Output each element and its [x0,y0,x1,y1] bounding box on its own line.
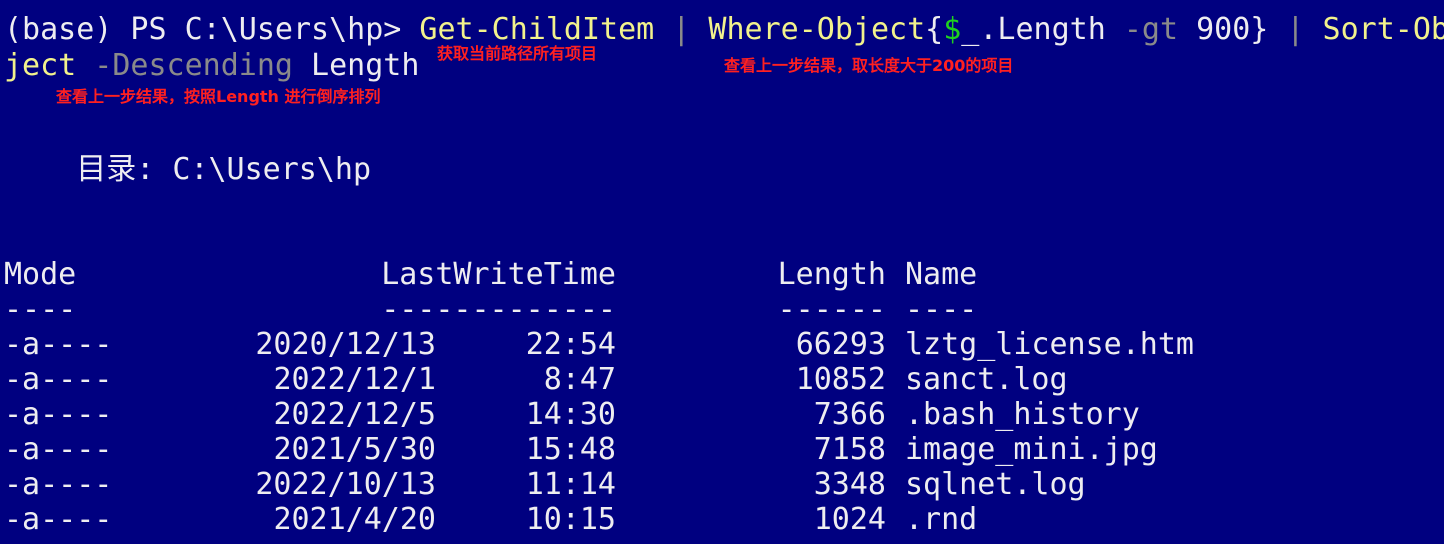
cmd-space [1178,12,1196,47]
cmd-sort-object-part1: Sort-Ob [1322,12,1444,47]
prompt: (base) PS C:\Users\hp> [4,12,420,47]
cmd-get-childitem: Get-ChildItem [419,12,655,47]
row-5-name: .rnd [905,502,978,537]
cmd-var-dollar: $ [943,12,962,47]
row-0-date: 2020/12/13 [255,327,436,362]
row-5-date: 2021/4/20 [273,502,436,537]
cmd-param-descending: -Descending [76,48,293,83]
row-0-time: 22:54 [525,327,616,362]
row-2-name: .bash_history [905,397,1140,432]
annotation-filter: 查看上一步结果，取长度大于200的项目 [724,56,1014,75]
annotation-get-items: 获取当前路径所有项目 [437,44,598,63]
cmd-operator: -gt [1123,12,1179,47]
row-1-time: 8:47 [543,362,616,397]
row-4-name: sqlnet.log [905,467,1086,502]
row-0-name: lztg_license.htm [905,327,1194,362]
row-5-mode: -a---- [4,502,113,537]
command-line-1: (base) PS C:\Users\hp> Get-ChildItem | W… [4,12,1444,47]
annotation-sort: 查看上一步结果，按照Length 进行倒序排列 [56,87,381,106]
header-length: Length [777,257,886,292]
cmd-param-value: Length [293,48,420,83]
row-0-mode: -a---- [4,327,113,362]
header-mode: Mode [4,257,77,292]
underline-lastwritetime: ------------- [381,292,616,327]
row-2-length: 7366 [813,397,886,432]
row-4-mode: -a---- [4,467,113,502]
row-5-time: 10:15 [525,502,616,537]
row-2-date: 2022/12/5 [273,397,436,432]
cmd-brace-open: { [925,12,944,47]
row-4-time: 11:14 [525,467,616,502]
header-name: Name [905,257,978,292]
cmd-var-rest: _.Length [961,12,1124,47]
underline-mode: ---- [4,292,77,327]
powershell-terminal[interactable]: (base) PS C:\Users\hp> Get-ChildItem | W… [0,0,1444,544]
header-lastwritetime: LastWriteTime [381,257,616,292]
row-3-name: image_mini.jpg [905,432,1158,467]
command-line-2: ject -Descending Length [4,48,419,83]
row-4-length: 3348 [813,467,886,502]
cmd-pipe-2: | [1268,12,1323,47]
directory-line: 目录: C:\Users\hp [4,152,372,187]
row-0-length: 66293 [795,327,886,362]
row-1-length: 10852 [795,362,886,397]
cmd-brace-close: } [1250,12,1269,47]
cmd-where-object: Where-Object [708,12,926,47]
underline-length: ------ [777,292,886,327]
underline-name: ---- [905,292,978,327]
row-5-length: 1024 [813,502,886,537]
row-1-mode: -a---- [4,362,113,397]
row-3-time: 15:48 [525,432,616,467]
row-2-mode: -a---- [4,397,113,432]
cmd-number: 900 [1196,12,1251,47]
row-3-length: 7158 [813,432,886,467]
row-3-mode: -a---- [4,432,113,467]
cmd-sort-object-part2: ject [4,48,77,83]
row-3-date: 2021/5/30 [273,432,436,467]
row-4-date: 2022/10/13 [255,467,436,502]
cmd-pipe-1: | [654,12,709,47]
row-1-name: sanct.log [905,362,1068,397]
row-1-date: 2022/12/1 [273,362,436,397]
row-2-time: 14:30 [525,397,616,432]
